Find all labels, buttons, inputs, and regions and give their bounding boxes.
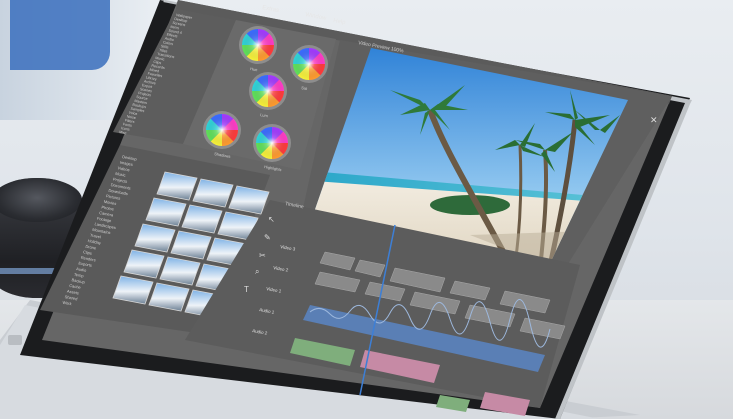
color-wheel[interactable] bbox=[253, 124, 291, 162]
menu-extras[interactable]: Extras bbox=[262, 5, 280, 14]
text-icon[interactable]: T bbox=[244, 285, 249, 294]
pointer-icon[interactable]: ↖ bbox=[268, 215, 275, 224]
pen-icon[interactable]: ✎ bbox=[264, 233, 271, 242]
menu-help[interactable]: Help bbox=[333, 18, 347, 26]
color-wheel[interactable] bbox=[290, 45, 328, 83]
close-icon[interactable]: ✕ bbox=[650, 116, 658, 126]
cut-icon[interactable]: ✂ bbox=[259, 251, 266, 260]
zoom-icon[interactable]: ⌕ bbox=[255, 267, 259, 276]
color-wheel[interactable] bbox=[249, 72, 287, 110]
laptop: Extras Window Help WallpaperDesktopScree… bbox=[0, 0, 692, 419]
color-wheel[interactable] bbox=[239, 26, 277, 64]
color-wheel[interactable] bbox=[203, 111, 241, 149]
menu-window[interactable]: Window bbox=[305, 12, 328, 22]
